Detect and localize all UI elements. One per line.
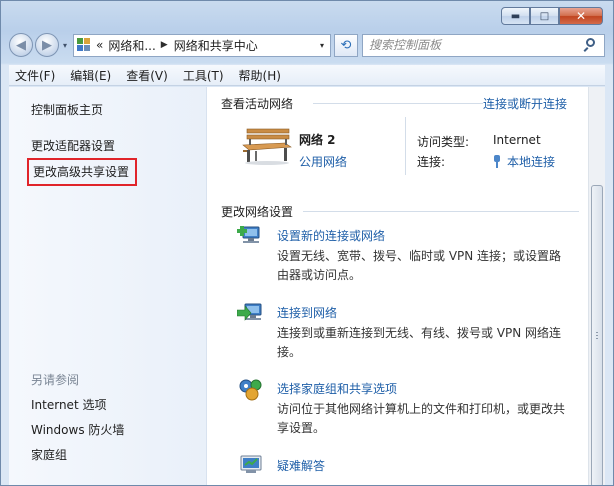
close-icon: ✕ <box>575 9 587 23</box>
maximize-icon: □ <box>539 10 550 22</box>
change-adapter-settings-link[interactable]: 更改适配器设置 <box>31 137 115 154</box>
network-cable-icon <box>493 155 501 168</box>
menu-tools[interactable]: 工具(T) <box>183 67 224 84</box>
breadcrumb-sharing-center[interactable]: 网络和共享中心 <box>174 37 258 54</box>
recent-pages-dropdown[interactable]: ▾ <box>60 41 70 50</box>
menu-help[interactable]: 帮助(H) <box>239 67 281 84</box>
active-networks-heading: 查看活动网络 <box>221 97 294 111</box>
see-also-heading: 另请参阅 <box>31 373 80 387</box>
search-box <box>362 33 605 57</box>
access-type-label: 访问类型: <box>417 135 470 149</box>
homegroup-sharing-description: 访问位于其他网络计算机上的文件和打印机，或更改共享设置。 <box>277 402 566 435</box>
window-body: 控制面板主页 更改适配器设置 更改高级共享设置 另请参阅 Internet 选项… <box>9 87 605 485</box>
homegroup-icon <box>239 379 262 401</box>
windows-firewall-link[interactable]: Windows 防火墙 <box>31 421 124 438</box>
address-dropdown-icon[interactable]: ▾ <box>314 41 330 50</box>
breadcrumb-separator-icon[interactable]: ▶ <box>161 40 168 50</box>
forward-button[interactable]: ▶ <box>35 33 59 57</box>
back-button[interactable]: ◀ <box>9 33 33 57</box>
minimize-button[interactable]: ▬ <box>501 7 530 25</box>
navigation-bar: ◀ ▶ ▾ « 网络和... ▶ 网络和共享中心 ▾ ⟲ <box>9 31 605 59</box>
menu-bar: 文件(F) 编辑(E) 查看(V) 工具(T) 帮助(H) <box>9 65 605 86</box>
caption-buttons: ▬ □ ✕ <box>501 7 603 25</box>
breadcrumb-network-internet[interactable]: 网络和... <box>108 37 155 54</box>
control-panel-home-link[interactable]: 控制面板主页 <box>31 101 103 118</box>
park-bench-icon <box>242 128 292 165</box>
address-bar[interactable]: « 网络和... ▶ 网络和共享中心 ▾ <box>73 33 331 57</box>
connect-to-network-description: 连接到或重新连接到无线、有线、拨号或 VPN 网络连接。 <box>277 326 562 359</box>
menu-edit[interactable]: 编辑(E) <box>70 67 111 84</box>
menu-view[interactable]: 查看(V) <box>126 67 168 84</box>
section-divider <box>313 103 483 104</box>
maximize-button[interactable]: □ <box>530 7 559 25</box>
troubleshoot-link[interactable]: 疑难解答 <box>277 457 325 474</box>
minimize-icon: ▬ <box>510 10 521 22</box>
access-type-value: Internet <box>493 133 541 147</box>
change-advanced-sharing-link[interactable]: 更改高级共享设置 <box>27 158 138 186</box>
homegroup-link[interactable]: 家庭组 <box>31 446 67 463</box>
connection-label: 连接: <box>417 155 446 169</box>
vertical-scrollbar[interactable] <box>588 87 605 485</box>
connect-network-icon <box>237 303 262 321</box>
refresh-icon: ⟲ <box>340 37 352 53</box>
chevron-down-icon: ▾ <box>62 40 67 50</box>
back-arrow-icon: ◀ <box>16 37 26 53</box>
refresh-button[interactable]: ⟲ <box>334 33 358 57</box>
local-connection-label: 本地连接 <box>507 155 556 169</box>
scrollbar-thumb[interactable] <box>591 185 603 485</box>
network-info-divider <box>405 117 406 175</box>
search-input[interactable] <box>369 38 584 52</box>
content-pane: 查看活动网络 连接或断开连接 网络 2 公用网络 访问类型: Internet … <box>207 87 605 485</box>
section-divider <box>303 211 579 212</box>
setup-connection-description: 设置无线、宽带、拨号、临时或 VPN 连接；或设置路由器或访问点。 <box>277 249 562 282</box>
search-icon[interactable] <box>583 38 598 52</box>
network-name: 网络 2 <box>299 133 336 147</box>
menu-file[interactable]: 文件(F) <box>15 67 55 84</box>
homegroup-sharing-link[interactable]: 选择家庭组和共享选项 <box>277 380 397 397</box>
connect-disconnect-link[interactable]: 连接或断开连接 <box>483 95 567 112</box>
control-panel-icon <box>77 38 91 52</box>
local-connection-link[interactable]: 本地连接 <box>493 153 555 170</box>
change-settings-heading: 更改网络设置 <box>221 205 294 219</box>
new-connection-icon <box>237 226 260 243</box>
setup-connection-link[interactable]: 设置新的连接或网络 <box>277 227 385 244</box>
close-button[interactable]: ✕ <box>559 7 603 25</box>
network-type-link[interactable]: 公用网络 <box>299 153 347 170</box>
forward-arrow-icon: ▶ <box>42 37 52 53</box>
window: ▬ □ ✕ ◀ ▶ ▾ « 网络和... ▶ 网络和共享中心 ▾ ⟲ 文 <box>0 0 614 486</box>
troubleshoot-icon <box>240 455 262 473</box>
task-pane: 控制面板主页 更改适配器设置 更改高级共享设置 另请参阅 Internet 选项… <box>9 87 207 485</box>
breadcrumb-overflow[interactable]: « <box>96 38 103 52</box>
internet-options-link[interactable]: Internet 选项 <box>31 396 106 413</box>
connect-to-network-link[interactable]: 连接到网络 <box>277 304 337 321</box>
